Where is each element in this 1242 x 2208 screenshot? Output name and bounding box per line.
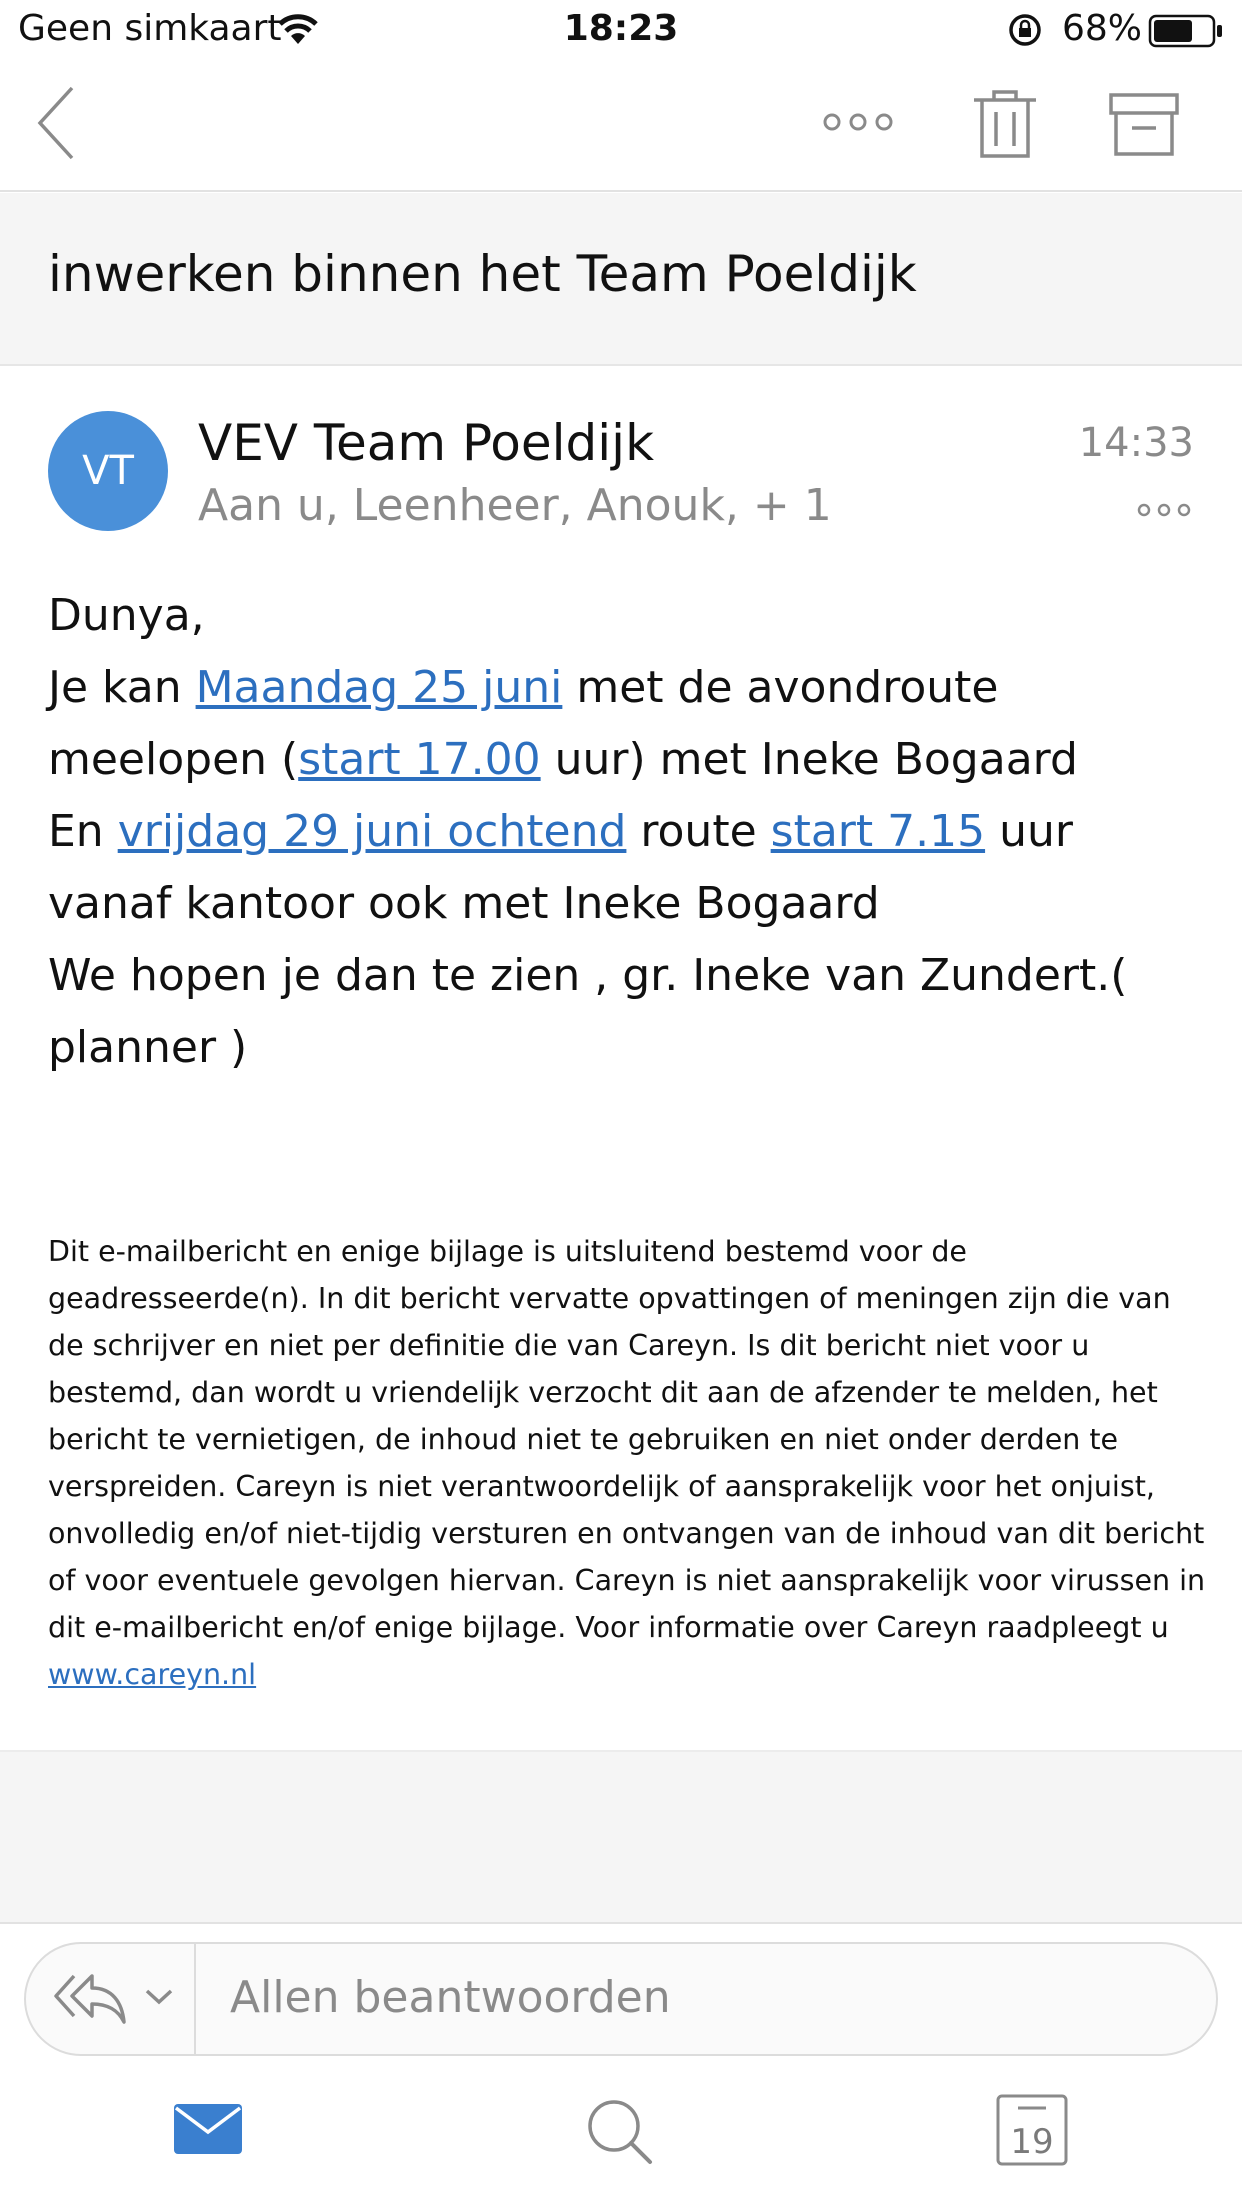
clock: 18:23	[563, 8, 679, 49]
more-horizontal-icon[interactable]	[820, 110, 896, 138]
search-icon[interactable]	[586, 2098, 656, 2172]
text: route	[626, 806, 771, 857]
text: Je kan	[48, 662, 196, 713]
status-bar: Geen simkaart 18:23 68%	[0, 0, 1242, 60]
body-signoff: We hopen je dan te zien , gr. Ineke van …	[48, 950, 1128, 1073]
message-body: Dunya, Je kan Maandag 25 juni met de avo…	[48, 580, 1208, 1084]
calendar-day-number: 19	[1010, 2122, 1054, 2162]
battery-percent: 68%	[1062, 8, 1143, 49]
time-link-715[interactable]: start 7.15	[771, 806, 985, 857]
back-chevron-icon[interactable]	[34, 84, 76, 166]
calendar-icon[interactable]: 19	[996, 2094, 1068, 2166]
tab-bar: 19	[0, 2090, 1242, 2208]
body-paragraph-2: En vrijdag 29 juni ochtend route start 7…	[48, 796, 1208, 940]
battery-icon	[1148, 14, 1224, 52]
date-link-maandag[interactable]: Maandag 25 juni	[196, 662, 563, 713]
reply-all-icon[interactable]	[52, 1968, 128, 2032]
recipients-line[interactable]: Aan u, Leenheer, Anouk, + 1	[198, 480, 832, 531]
reply-all-bar[interactable]: Allen beantwoorden	[24, 1942, 1218, 2056]
message-footer-area	[0, 1750, 1242, 1924]
mail-icon[interactable]	[172, 2102, 244, 2160]
careyn-link[interactable]: www.careyn.nl	[48, 1658, 256, 1691]
text: uur) met Ineke Bogaard	[540, 734, 1078, 785]
reply-options-button[interactable]	[26, 1944, 196, 2054]
text: En	[48, 806, 118, 857]
archive-icon[interactable]	[1108, 92, 1180, 162]
disclaimer: Dit e-mailbericht en enige bijlage is ui…	[48, 1228, 1208, 1698]
message-more-icon[interactable]	[1136, 501, 1192, 523]
navigation-bar	[0, 60, 1242, 192]
trash-icon[interactable]	[970, 86, 1040, 166]
chevron-down-icon[interactable]	[144, 1988, 174, 2010]
orientation-lock-icon	[1006, 12, 1044, 52]
body-paragraph-1: Je kan Maandag 25 juni met de avondroute…	[48, 652, 1208, 796]
disclaimer-text: Dit e-mailbericht en enige bijlage is ui…	[48, 1235, 1206, 1644]
date-link-vrijdag[interactable]: vrijdag 29 juni ochtend	[118, 806, 627, 857]
greeting: Dunya,	[48, 590, 205, 641]
sender-name[interactable]: VEV Team Poeldijk	[198, 414, 654, 472]
message-subject: inwerken binnen het Team Poeldijk	[48, 245, 917, 303]
subject-header: inwerken binnen het Team Poeldijk	[0, 193, 1242, 366]
message-time: 14:33	[1078, 420, 1194, 466]
time-link-1700[interactable]: start 17.00	[298, 734, 540, 785]
avatar[interactable]: VT	[48, 411, 168, 531]
reply-all-label[interactable]: Allen beantwoorden	[230, 1972, 671, 2023]
